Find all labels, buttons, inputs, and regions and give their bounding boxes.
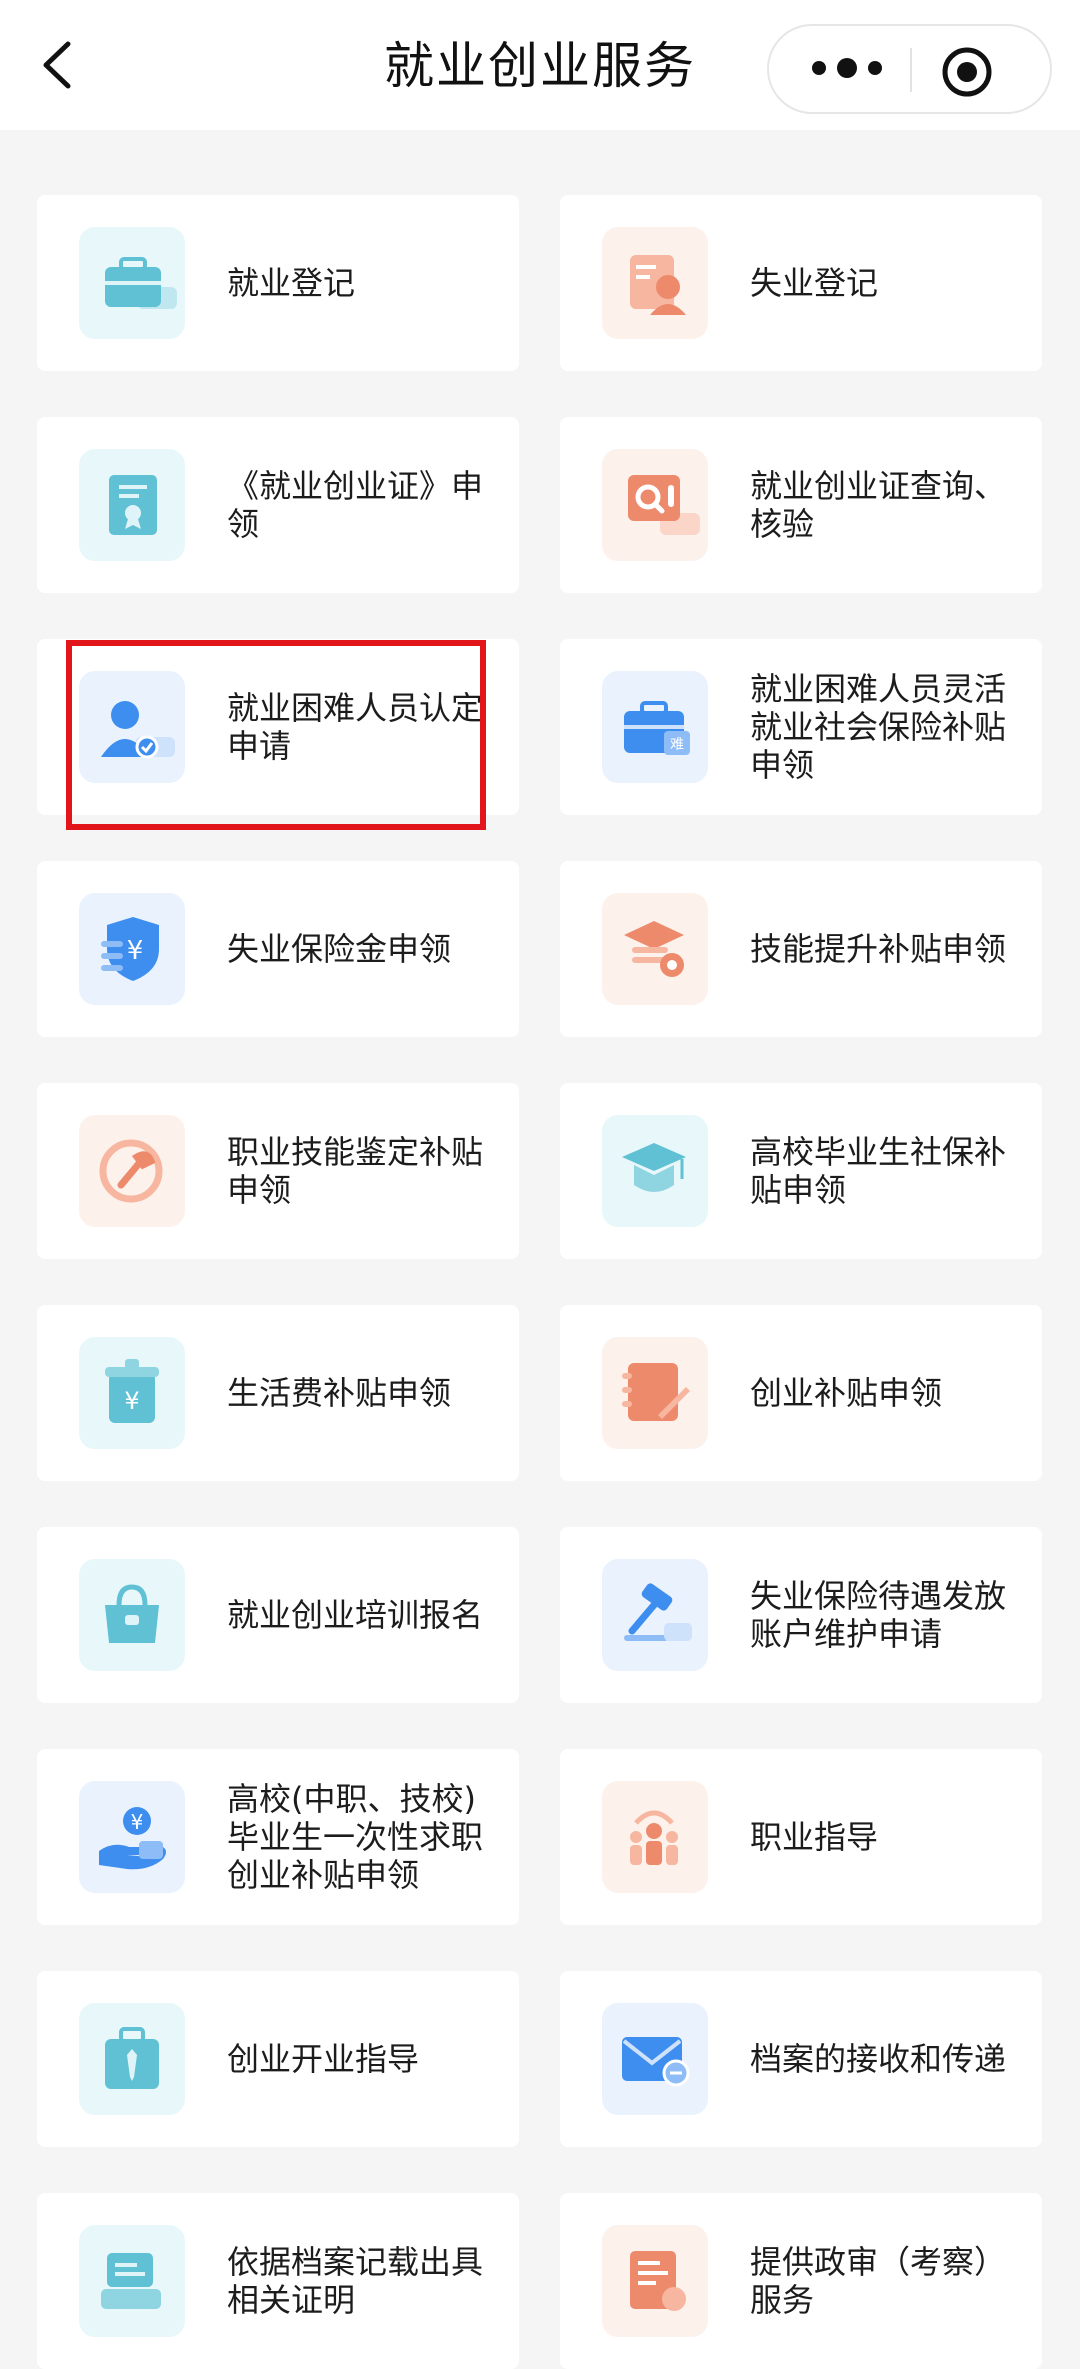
service-label: 就业困难人员认定申请 (227, 689, 484, 765)
service-label: 《就业创业证》申领 (227, 467, 484, 543)
service-label: 提供政审（考察）服务 (750, 2243, 1007, 2319)
svg-text:¥: ¥ (124, 1387, 139, 1415)
service-card[interactable]: 高校毕业生社保补贴申领 (560, 1083, 1042, 1259)
service-label: 高校(中职、技校)毕业生一次性求职创业补贴申领 (227, 1780, 484, 1894)
service-label: 失业保险待遇发放账户维护申请 (750, 1577, 1007, 1653)
mail-transfer-icon (602, 2003, 708, 2115)
service-label: 就业创业培训报名 (227, 1596, 484, 1634)
service-card[interactable]: 档案的接收和传递 (560, 1971, 1042, 2147)
service-label: 职业指导 (750, 1818, 879, 1856)
bag-icon (79, 1559, 185, 1671)
graduation-cap-icon (602, 1115, 708, 1227)
svg-text:¥: ¥ (131, 1810, 144, 1834)
service-card[interactable]: 就业创业证查询、核验 (560, 417, 1042, 593)
service-label: 创业开业指导 (227, 2040, 420, 2078)
service-card[interactable]: 创业开业指导 (37, 1971, 519, 2147)
user-card-icon (602, 227, 708, 339)
shield-yuan-icon: ¥ (79, 893, 185, 1005)
notebook-pen-icon (602, 1337, 708, 1449)
service-label: 就业登记 (227, 264, 356, 302)
service-label: 创业补贴申领 (750, 1374, 943, 1412)
service-label: 失业保险金申领 (227, 930, 452, 968)
person-check-icon (79, 671, 185, 783)
top-bar: 就业创业服务 (0, 0, 1080, 130)
service-card[interactable]: 就业登记 (37, 195, 519, 371)
service-label: 就业困难人员灵活就业社会保险补贴申领 (750, 670, 1007, 784)
gavel-icon (602, 1559, 708, 1671)
service-label: 高校毕业生社保补贴申领 (750, 1133, 1007, 1209)
service-card[interactable]: 职业指导 (560, 1749, 1042, 1925)
service-card[interactable]: 就业困难人员认定申请 (37, 639, 519, 815)
document-print-icon (79, 2225, 185, 2337)
query-icon (602, 449, 708, 561)
service-label: 依据档案记载出具相关证明 (227, 2243, 484, 2319)
service-card[interactable]: ¥ 失业保险金申领 (37, 861, 519, 1037)
service-label: 失业登记 (750, 264, 879, 302)
briefcase-badge-icon: 难 (602, 671, 708, 783)
service-label: 生活费补贴申领 (227, 1374, 452, 1412)
svg-text:¥: ¥ (127, 936, 144, 966)
target-icon[interactable] (941, 46, 993, 98)
jar-yuan-icon: ¥ (79, 1337, 185, 1449)
svg-text:难: 难 (670, 737, 684, 753)
service-card[interactable]: 失业保险待遇发放账户维护申请 (560, 1527, 1042, 1703)
people-group-icon (602, 1781, 708, 1893)
hand-coin-icon: ¥ (79, 1781, 185, 1893)
service-card[interactable]: 就业创业培训报名 (37, 1527, 519, 1703)
service-label: 就业创业证查询、核验 (750, 467, 1007, 543)
mini-program-capsule (767, 24, 1052, 114)
service-card[interactable]: 职业技能鉴定补贴申领 (37, 1083, 519, 1259)
capsule-divider (910, 48, 912, 92)
service-card[interactable]: ¥ 高校(中职、技校)毕业生一次性求职创业补贴申领 (37, 1749, 519, 1925)
service-card[interactable]: ¥ 生活费补贴申领 (37, 1305, 519, 1481)
service-card[interactable]: 失业登记 (560, 195, 1042, 371)
service-label: 技能提升补贴申领 (750, 930, 1007, 968)
service-card[interactable]: 提供政审（考察）服务 (560, 2193, 1042, 2369)
service-card[interactable]: 依据档案记载出具相关证明 (37, 2193, 519, 2369)
briefcase-tie-icon (79, 2003, 185, 2115)
more-dots-icon[interactable] (807, 53, 887, 83)
service-card[interactable]: 技能提升补贴申领 (560, 861, 1042, 1037)
graduation-gear-icon (602, 893, 708, 1005)
document-stamp-icon (602, 2225, 708, 2337)
service-card[interactable]: 《就业创业证》申领 (37, 417, 519, 593)
service-card[interactable]: 创业补贴申领 (560, 1305, 1042, 1481)
service-label: 职业技能鉴定补贴申领 (227, 1133, 484, 1209)
certificate-icon (79, 449, 185, 561)
briefcase-icon (79, 227, 185, 339)
service-label: 档案的接收和传递 (750, 2040, 1007, 2078)
service-card[interactable]: 难 就业困难人员灵活就业社会保险补贴申领 (560, 639, 1042, 815)
wrench-circle-icon (79, 1115, 185, 1227)
